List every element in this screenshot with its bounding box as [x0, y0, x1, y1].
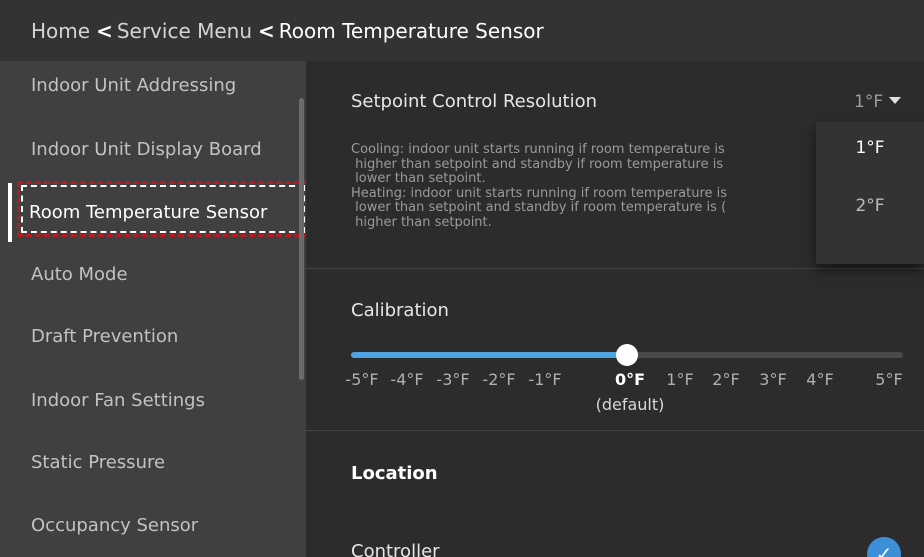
calibration-slider-thumb[interactable]: [616, 344, 638, 366]
check-icon[interactable]: ✓: [867, 537, 901, 557]
calibration-slider-fill: [351, 352, 627, 358]
setpoint-resolution-value[interactable]: 1°F: [854, 92, 883, 112]
dropdown-option-1f[interactable]: 1°F: [816, 138, 924, 158]
breadcrumb-home[interactable]: Home: [31, 19, 90, 43]
setpoint-resolution-title: Setpoint Control Resolution: [351, 91, 598, 112]
header-bar: Home < Service Menu < Room Temperature S…: [0, 0, 924, 61]
sidebar: Indoor Unit Addressing Indoor Unit Displ…: [0, 61, 306, 557]
caret-down-icon[interactable]: [889, 97, 901, 104]
sidebar-item-occupancy-sensor[interactable]: Occupancy Sensor: [31, 515, 198, 536]
sidebar-item-static-pressure[interactable]: Static Pressure: [31, 452, 165, 473]
chevron-left-icon: <: [258, 18, 275, 43]
calibration-tick: 1°F: [666, 370, 694, 389]
active-indicator: [8, 183, 12, 242]
sidebar-scrollbar[interactable]: [299, 98, 304, 380]
calibration-default-label: (default): [595, 395, 665, 414]
sidebar-item-indoor-unit-display-board[interactable]: Indoor Unit Display Board: [31, 139, 262, 160]
sidebar-item-auto-mode[interactable]: Auto Mode: [31, 264, 128, 285]
controller-option-label[interactable]: Controller: [351, 541, 440, 557]
divider: [306, 268, 924, 269]
sidebar-item-indoor-unit-addressing[interactable]: Indoor Unit Addressing: [31, 75, 236, 96]
calibration-tick: 5°F: [875, 370, 903, 389]
calibration-tick: -5°F: [345, 370, 379, 389]
calibration-tick: -4°F: [390, 370, 424, 389]
calibration-tick: -1°F: [528, 370, 562, 389]
chevron-left-icon: <: [96, 18, 113, 43]
calibration-tick: 2°F: [712, 370, 740, 389]
resolution-dropdown: 1°F 2°F: [816, 122, 924, 264]
sidebar-item-room-temperature-sensor[interactable]: Room Temperature Sensor: [29, 202, 267, 223]
sidebar-item-indoor-fan-settings[interactable]: Indoor Fan Settings: [31, 390, 205, 411]
calibration-tick: 3°F: [759, 370, 787, 389]
breadcrumb-current: Room Temperature Sensor: [278, 18, 544, 43]
calibration-tick: -2°F: [482, 370, 516, 389]
calibration-tick: -3°F: [436, 370, 470, 389]
dropdown-option-2f[interactable]: 2°F: [816, 196, 924, 216]
calibration-tick-selected: 0°F: [614, 370, 646, 389]
main-panel: Setpoint Control Resolution 1°F Cooling:…: [306, 61, 924, 557]
sidebar-item-draft-prevention[interactable]: Draft Prevention: [31, 326, 178, 347]
calibration-title: Calibration: [351, 300, 449, 321]
setpoint-description: Cooling: indoor unit starts running if r…: [351, 143, 728, 230]
calibration-tick: 4°F: [806, 370, 834, 389]
calibration-slider[interactable]: [351, 344, 903, 366]
breadcrumb-service-menu[interactable]: Service Menu: [117, 19, 252, 43]
divider: [306, 430, 924, 431]
location-title: Location: [351, 463, 438, 484]
